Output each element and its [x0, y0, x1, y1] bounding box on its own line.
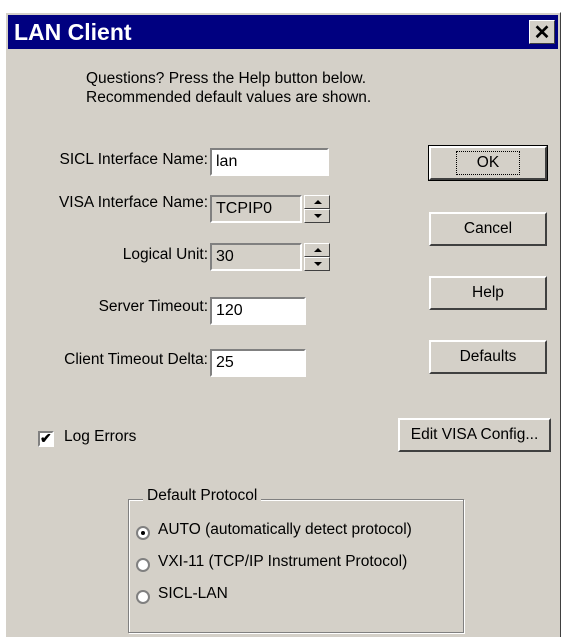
- radio-auto[interactable]: [136, 526, 150, 540]
- sicl-interface-name-label: SICL Interface Name:: [59, 151, 208, 168]
- client-timeout-delta-label: Client Timeout Delta:: [64, 351, 208, 368]
- radio-vxi11-label: VXI-11 (TCP/IP Instrument Protocol): [158, 553, 408, 570]
- visa-spin-up-button[interactable]: [304, 195, 330, 209]
- visa-interface-spinner[interactable]: [304, 195, 330, 223]
- ok-button[interactable]: OK: [428, 145, 548, 181]
- radio-vxi11[interactable]: [136, 558, 150, 572]
- edit-visa-config-button[interactable]: Edit VISA Config...: [398, 418, 551, 452]
- cancel-button[interactable]: Cancel: [429, 212, 547, 246]
- intro-line-2: Recommended default values are shown.: [86, 89, 372, 106]
- client-timeout-delta-input[interactable]: 25: [210, 349, 306, 377]
- help-button-label: Help: [472, 284, 504, 301]
- visa-interface-name-label: VISA Interface Name:: [58, 194, 208, 211]
- window-title: LAN Client: [14, 19, 132, 45]
- arrow-up-icon: [314, 248, 322, 252]
- logical-unit-label: Logical Unit:: [122, 246, 208, 263]
- radio-sicl-lan[interactable]: [136, 590, 150, 604]
- checkmark-icon: ✔: [40, 430, 52, 446]
- logical-unit-spinner[interactable]: [304, 243, 330, 271]
- visa-interface-name-input[interactable]: TCPIP0: [210, 195, 302, 223]
- close-button[interactable]: ✕: [529, 20, 555, 44]
- edit-visa-config-button-label: Edit VISA Config...: [410, 426, 539, 443]
- log-errors-label: Log Errors: [64, 428, 137, 445]
- sicl-interface-name-input[interactable]: lan: [210, 148, 329, 176]
- close-icon: ✕: [533, 21, 551, 44]
- logical-unit-spin-up-button[interactable]: [304, 243, 330, 257]
- intro-line-1: Questions? Press the Help button below.: [86, 70, 367, 87]
- defaults-button[interactable]: Defaults: [429, 340, 547, 374]
- arrow-up-icon: [314, 200, 322, 204]
- radio-auto-label: AUTO (automatically detect protocol): [158, 521, 412, 538]
- log-errors-checkbox[interactable]: ✔: [38, 430, 54, 447]
- logical-unit-spin-down-button[interactable]: [304, 257, 330, 271]
- server-timeout-label: Server Timeout:: [98, 298, 208, 315]
- arrow-down-icon: [314, 214, 322, 218]
- defaults-button-label: Defaults: [459, 348, 517, 365]
- radio-selected-dot-icon: [141, 531, 145, 535]
- cancel-button-label: Cancel: [463, 220, 513, 237]
- title-bar[interactable]: LAN Client ✕: [8, 15, 558, 49]
- arrow-down-icon: [314, 262, 322, 266]
- logical-unit-input[interactable]: 30: [210, 243, 302, 271]
- radio-sicl-lan-label: SICL-LAN: [158, 585, 228, 602]
- lan-client-dialog: LAN Client ✕ Questions? Press the Help b…: [5, 12, 561, 637]
- ok-button-label: OK: [455, 151, 521, 175]
- help-button[interactable]: Help: [429, 276, 547, 310]
- server-timeout-input[interactable]: 120: [210, 297, 306, 325]
- visa-spin-down-button[interactable]: [304, 209, 330, 223]
- default-protocol-legend: Default Protocol: [143, 487, 262, 505]
